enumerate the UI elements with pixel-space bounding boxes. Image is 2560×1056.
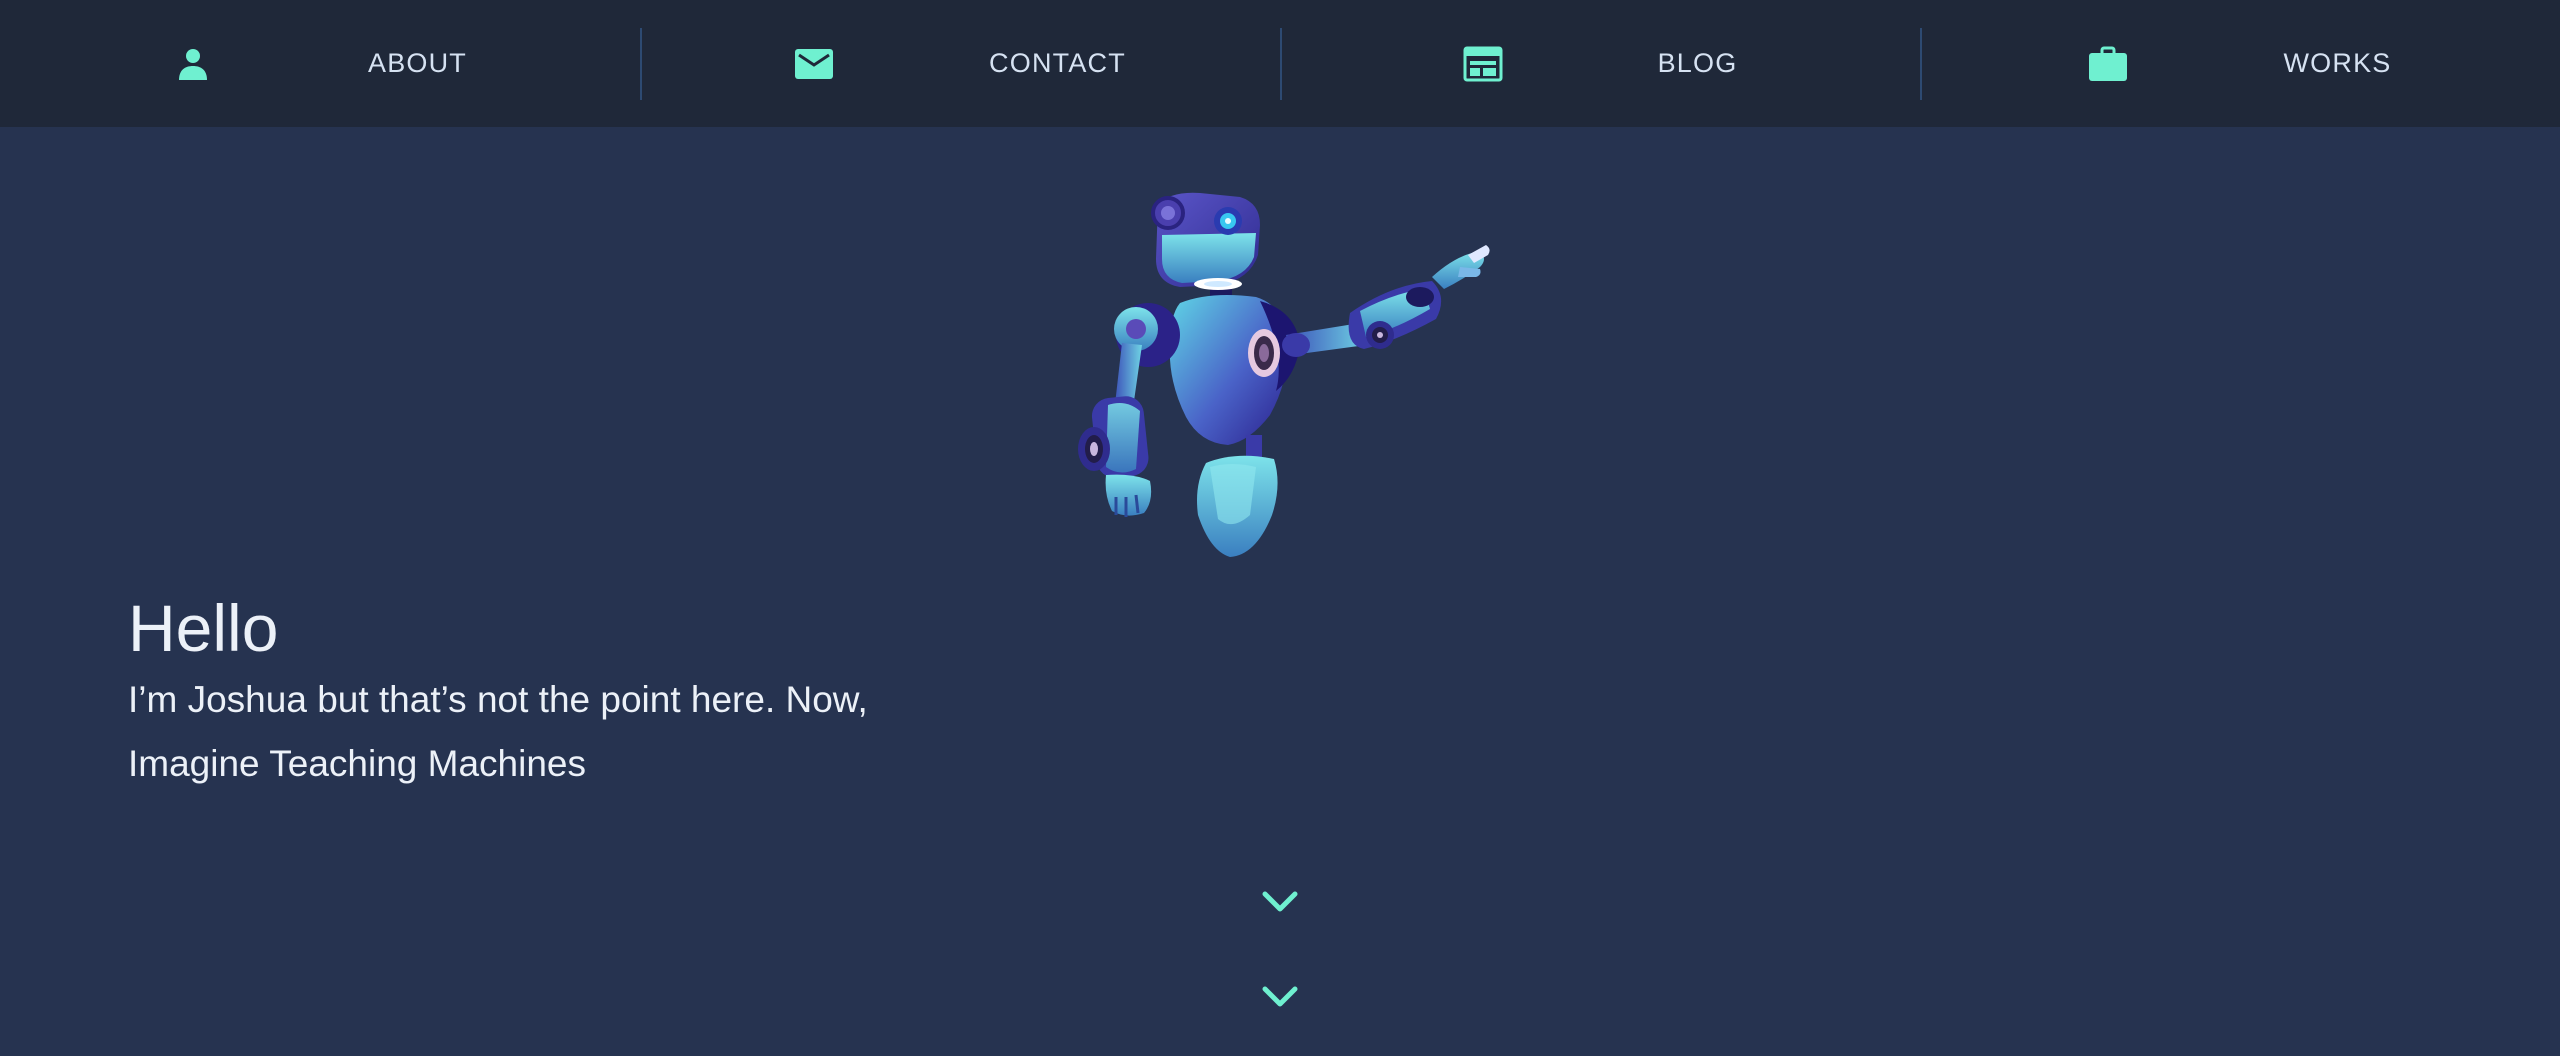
chevron-down-icon[interactable]: [1262, 985, 1298, 1009]
hero-tagline: Imagine Teaching Machines: [128, 743, 586, 784]
briefcase-icon: [2088, 44, 2128, 84]
top-navigation: ABOUT CONTACT BLOG WORKS: [0, 0, 2560, 127]
mail-icon: [794, 44, 834, 84]
nav-item-blog[interactable]: BLOG: [1280, 0, 1920, 127]
hero-intro-line: I’m Joshua but that’s not the point here…: [128, 679, 868, 720]
newspaper-icon: [1463, 44, 1503, 84]
person-icon: [173, 44, 213, 84]
nav-label-about: ABOUT: [367, 48, 467, 78]
nav-item-contact[interactable]: CONTACT: [640, 0, 1280, 127]
nav-label-works: WORKS: [2283, 48, 2392, 78]
nav-label-blog: BLOG: [1657, 48, 1738, 78]
robot-illustration: [1060, 185, 1500, 580]
chevron-down-icon[interactable]: [1262, 890, 1298, 914]
nav-item-works[interactable]: WORKS: [1920, 0, 2560, 127]
hero-section: Hello I’m Joshua but that’s not the poin…: [128, 588, 868, 796]
nav-label-contact: CONTACT: [989, 48, 1126, 78]
nav-item-about[interactable]: ABOUT: [0, 0, 640, 127]
hero-title: Hello: [128, 591, 279, 665]
